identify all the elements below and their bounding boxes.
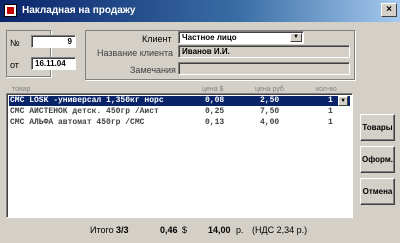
remarks-label: Замечания xyxy=(130,65,176,75)
close-button[interactable]: × xyxy=(381,3,397,17)
vat-text: (НДС 2,34 р.) xyxy=(252,225,308,235)
date-field[interactable]: 16.11.04 xyxy=(31,57,76,70)
items-list[interactable]: СМС LOSK -универсал 1,350кг норс 0,08 2,… xyxy=(6,93,353,218)
col-header-price-usd: цена $ xyxy=(202,86,224,93)
cell-price-usd: 0,13 xyxy=(205,118,225,127)
cell-price-usd: 0,25 xyxy=(205,107,225,116)
cell-item: СМС АИСТЕНОК детск. 450гр /Аист xyxy=(10,107,159,116)
col-header-item: товар xyxy=(12,86,31,93)
usd-unit: $ xyxy=(182,225,188,235)
client-select[interactable]: Частное лицо ▼ xyxy=(178,31,304,44)
table-row[interactable]: СМС АЛЬФА автомат 450гр /СМС 0,13 4,00 1 xyxy=(9,118,350,128)
client-label: Клиент xyxy=(142,34,172,44)
total-label: Итого xyxy=(90,225,114,235)
col-header-qty: кол-во xyxy=(316,86,337,93)
cell-price-rub: 2,50 xyxy=(260,96,280,105)
checkout-button[interactable]: Оформ. xyxy=(360,146,395,173)
cell-qty: 1 xyxy=(328,118,333,127)
client-name-field[interactable]: Иванов И.И. xyxy=(178,45,350,58)
title-bar[interactable]: Накладная на продажу × xyxy=(0,0,400,22)
number-label: № xyxy=(10,38,20,48)
remarks-field[interactable] xyxy=(178,62,350,75)
col-header-price-rub: цена руб. xyxy=(255,86,286,93)
chevron-down-icon[interactable]: ▼ xyxy=(290,33,302,42)
cell-qty: 1 xyxy=(328,96,333,105)
goods-button[interactable]: Товары xyxy=(360,114,395,141)
cancel-button[interactable]: Отмена xyxy=(360,178,395,205)
sum-usd: 0,46 xyxy=(160,225,178,235)
app-icon xyxy=(4,4,17,17)
number-field[interactable]: 9 xyxy=(31,35,76,48)
client-name-label: Название клиента xyxy=(97,48,174,58)
cell-price-usd: 0,08 xyxy=(205,96,225,105)
cell-price-rub: 4,00 xyxy=(260,118,280,127)
table-row[interactable]: СМС АИСТЕНОК детск. 450гр /Аист 0,25 7,5… xyxy=(9,107,350,117)
window-title: Накладная на продажу xyxy=(22,5,136,16)
cell-item: СМС АЛЬФА автомат 450гр /СМС xyxy=(10,118,145,127)
client-select-value: Частное лицо xyxy=(182,33,237,42)
sum-rub: 14,00 xyxy=(208,225,231,235)
total-count: 3/3 xyxy=(116,225,129,235)
table-row[interactable]: СМС LOSK -универсал 1,350кг норс 0,08 2,… xyxy=(9,96,350,106)
cell-qty: 1 xyxy=(328,107,333,116)
row-menu-icon[interactable]: ▼ xyxy=(338,96,348,106)
rub-unit: р. xyxy=(236,225,244,235)
cell-price-rub: 7,50 xyxy=(260,107,280,116)
date-label: от xyxy=(10,60,19,70)
cell-item: СМС LOSK -универсал 1,350кг норс xyxy=(10,96,164,105)
dialog-window: Накладная на продажу × № 9 от 16.11.04 К… xyxy=(0,0,400,243)
